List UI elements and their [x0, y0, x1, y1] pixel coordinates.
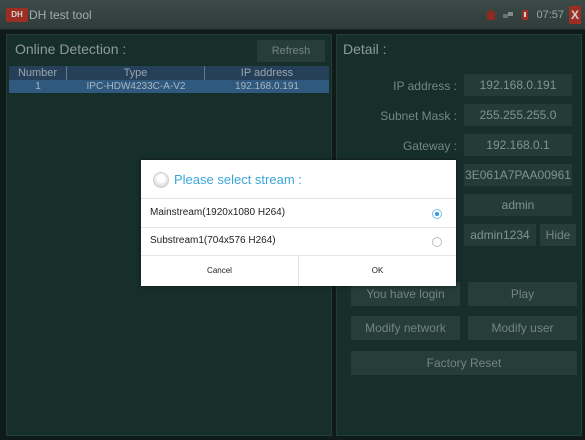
dialog-title-row: Please select stream :: [141, 160, 456, 199]
dialog-icon: [153, 172, 169, 188]
stream-option-label: Mainstream(1920x1080 H264): [150, 207, 286, 218]
stream-option-substream[interactable]: Substream1(704x576 H264): [141, 228, 456, 256]
radio-substream[interactable]: [432, 237, 442, 247]
dialog-buttons: Cancel OK: [141, 256, 456, 286]
stream-option-mainstream[interactable]: Mainstream(1920x1080 H264): [141, 200, 456, 228]
stream-option-label: Substream1(704x576 H264): [150, 235, 276, 246]
dialog-title: Please select stream :: [174, 172, 302, 187]
cancel-button[interactable]: Cancel: [141, 256, 299, 286]
radio-mainstream[interactable]: [432, 209, 442, 219]
ok-button[interactable]: OK: [299, 256, 456, 286]
select-stream-dialog: Please select stream : Mainstream(1920x1…: [141, 160, 456, 286]
